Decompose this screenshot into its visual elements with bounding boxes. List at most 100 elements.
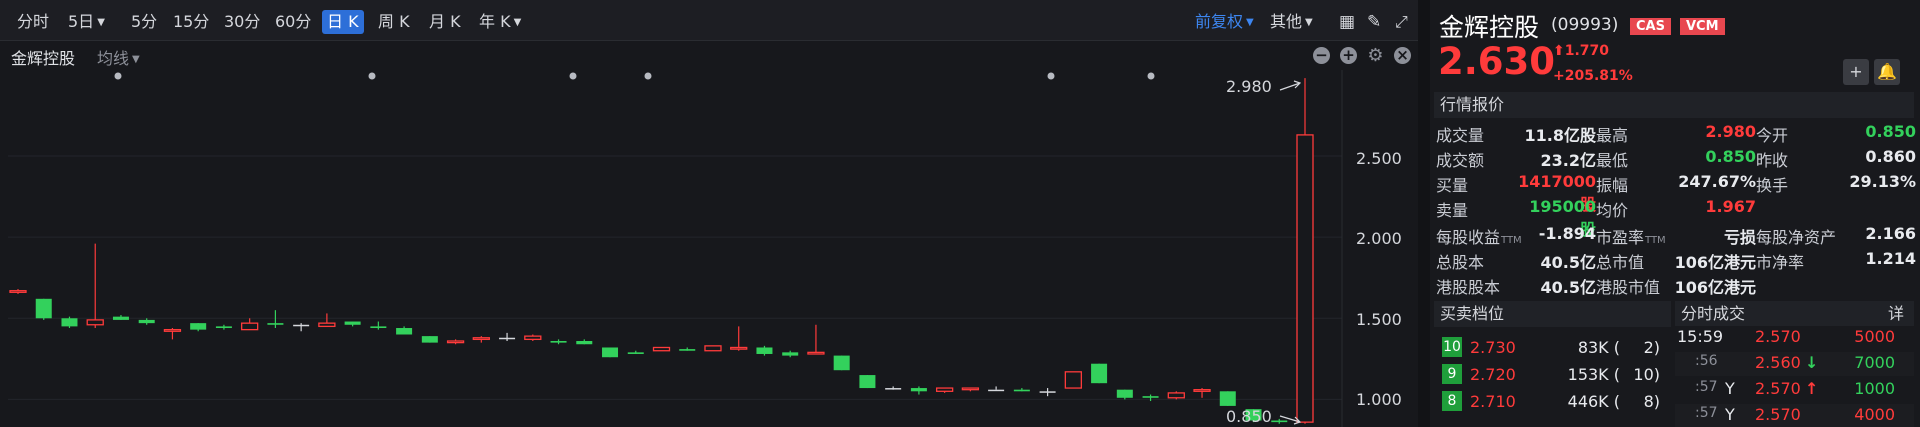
candle-body [988,389,1005,392]
kline-candle [267,310,284,329]
tab-5day[interactable]: 5日 ▼ [63,10,110,34]
tab-15min[interactable]: 15分 [168,10,214,34]
kline-candle [782,350,799,358]
kline-candle [833,355,850,371]
draw-pen-icon[interactable]: ✎ [1362,10,1386,34]
quote-field-label: 总股本 [1436,253,1485,272]
quote-field-label: 港股市值 [1596,278,1661,297]
kline-candle [807,324,825,355]
orderbook-row[interactable]: 8 2.710 446K (8) [1440,391,1670,413]
tab-5min[interactable]: 5分 [126,10,162,34]
kline-candle [344,321,361,327]
quote-field-label: 成交额 [1436,151,1485,170]
grid-layout-icon[interactable]: ▦ [1334,10,1360,34]
kline-chart [8,70,1343,427]
tab-monthly-k[interactable]: 月 K [424,10,466,34]
trades-detail-button[interactable]: 详 [1888,301,1904,327]
quote-stock-name: 金辉控股 [1439,13,1540,42]
kline-candle [1167,391,1185,400]
quote-field-label: 振幅 [1596,176,1629,195]
add-watchlist-button[interactable]: + [1843,59,1869,85]
tab-timeshare[interactable]: 分时 [12,10,54,34]
kline-candle [138,318,155,325]
candle-body [86,319,104,326]
candle-body [112,316,129,320]
tab-60min[interactable]: 60分 [270,10,316,34]
order-volume: 153K ( [1567,365,1620,384]
quote-field-label: 卖量 [1436,201,1469,220]
kline-candle [1039,388,1056,397]
kline-candle [163,328,182,340]
alert-bell-icon[interactable]: 🔔 [1874,59,1900,85]
tab-daily-k[interactable]: 日 K [322,10,364,34]
level-badge: 10 [1442,337,1462,357]
chevron-down-icon: ▼ [1305,17,1313,28]
tab-yearly-k[interactable]: 年 K ▼ [474,10,526,34]
trade-volume: 5000 [1854,327,1895,346]
order-price: 2.710 [1470,392,1516,411]
restore-dropdown[interactable]: 前复权 ▼ [1190,10,1259,34]
orderbook-row[interactable]: 9 2.720 153K (10) [1440,364,1670,386]
zoom-out-icon[interactable]: − [1313,47,1330,64]
kline-candle [988,386,1005,392]
candle-body [652,346,671,352]
order-price: 2.730 [1470,338,1516,357]
kline-candle [576,339,593,345]
candle-body [1064,371,1082,389]
quote-field-label: 最低 [1596,151,1629,170]
candle-body [833,355,850,371]
order-count: 8) [1643,392,1660,411]
kline-candle [550,339,567,345]
candle-body [524,335,542,341]
candle-body [782,352,799,356]
candle-body [807,351,825,355]
kline-candle [421,336,438,343]
candle-body [267,323,284,325]
ma-dropdown[interactable]: 均线 ▼ [97,45,140,69]
quote-field-label: 昨收 [1756,151,1789,170]
kline-candle [35,298,52,320]
candle-body [241,322,259,331]
chart-pane: 分时 5日 ▼ 5分 15分 30分 60分 日 K 周 K 月 K 年 K ▼ 前… [0,0,1418,427]
zoom-in-icon[interactable]: + [1340,47,1357,64]
settings-gear-icon[interactable]: ⚙ [1367,47,1384,65]
trade-row: 15:59 2.570 5000 [1675,326,1914,350]
candle-body [704,345,722,352]
candle-body [885,388,902,390]
kline-candle [1013,388,1030,392]
kline-candle [293,323,310,332]
kline-candle [1116,389,1133,400]
quote-panel: 金辉控股 (09993) CAS VCM 2.630 ⬆1.770 +205.8… [1430,0,1920,427]
vcm-badge: VCM [1680,18,1725,35]
stock-name-label: 金辉控股 [11,49,76,68]
candle-body [859,375,876,389]
quote-field-value: 29.13% [1849,172,1916,191]
quote-field-value: 11.8亿股 [1524,126,1596,145]
tab-weekly-k[interactable]: 周 K [373,10,415,34]
kline-candle [704,345,722,352]
stock-code: (09993) [1551,15,1619,35]
kline-candle [885,386,902,390]
quote-field-value: 106亿港元 [1674,278,1756,297]
quote-field-label: 市净率 [1756,253,1805,272]
quote-field-value: 106亿港元 [1674,253,1756,272]
order-volume: 83K ( [1577,338,1620,357]
other-dropdown[interactable]: 其他 ▼ [1265,10,1318,34]
order-count: 2) [1643,338,1660,357]
order-count: 10) [1633,365,1660,384]
quote-field-value: 亏损 [1723,228,1756,247]
tab-30min[interactable]: 30分 [219,10,265,34]
candle-body [138,319,155,324]
candle-body [1013,389,1030,392]
candle-body [961,387,980,391]
quote-field-value: 40.5亿 [1540,253,1596,272]
trade-time: 15:59 [1677,327,1724,346]
candle-body [472,337,490,341]
orderbook-row[interactable]: 10 2.730 83K ( 2) [1440,337,1670,359]
close-icon[interactable]: × [1394,47,1411,64]
fullscreen-icon[interactable]: ⤢ [1390,10,1413,34]
y-tick-label: 2.500 [1356,149,1402,168]
kline-candle [730,326,748,351]
candle-body [756,347,773,354]
kline-candle [112,315,129,320]
